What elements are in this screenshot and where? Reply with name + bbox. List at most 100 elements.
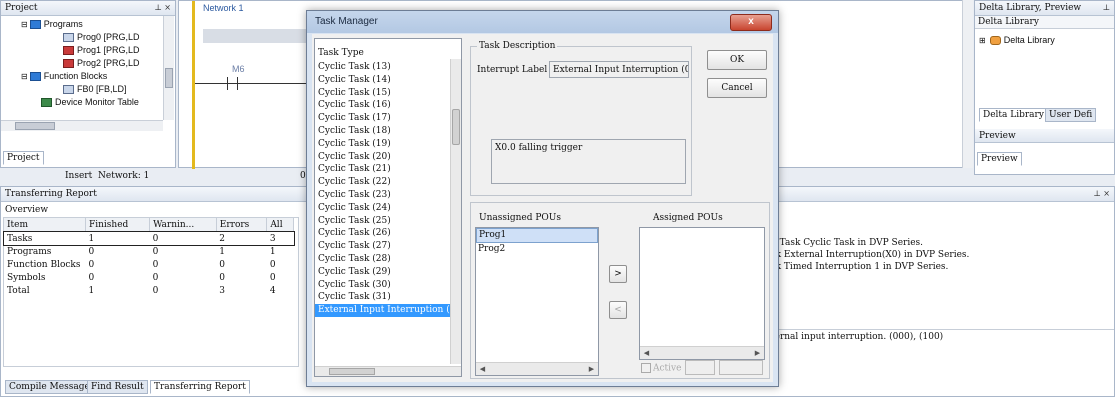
task-list-item[interactable]: Cyclic Task (31): [315, 291, 461, 304]
unassigned-pou-item[interactable]: Prog2: [476, 243, 598, 256]
unassign-button[interactable]: <: [609, 301, 627, 319]
collapse-icon[interactable]: ⊟: [21, 72, 28, 81]
task-list-item[interactable]: Cyclic Task (20): [315, 151, 461, 164]
task-list-item[interactable]: Cyclic Task (22): [315, 176, 461, 189]
column-header[interactable]: All: [266, 218, 294, 232]
assign-button[interactable]: >: [609, 265, 627, 283]
close-icon[interactable]: x: [730, 14, 772, 31]
message-line: n Task Cyclic Task in DVP Series.: [771, 238, 924, 248]
task-list-item[interactable]: Cyclic Task (30): [315, 279, 461, 292]
table-row[interactable]: Tasks 1 0 2 3: [3, 230, 295, 246]
editor-vscrollbar[interactable]: [962, 0, 973, 168]
column-header[interactable]: Item: [4, 218, 86, 232]
pou-assignment-group: Unassigned POUs Assigned POUs Prog1 Prog2…: [470, 202, 770, 379]
table-cell: 0: [152, 233, 159, 244]
tab-project[interactable]: Project: [3, 151, 44, 165]
task-items: Cyclic Task (13) Cyclic Task (14) Cyclic T…: [315, 61, 461, 317]
tree-hscrollbar[interactable]: [1, 120, 163, 131]
task-list-item[interactable]: Cyclic Task (27): [315, 240, 461, 253]
task-list-item[interactable]: Cyclic Task (15): [315, 87, 461, 100]
table-cell: Tasks: [7, 233, 33, 244]
tree-device-monitor[interactable]: Device Monitor Table: [41, 96, 139, 108]
program-error-icon: [63, 46, 74, 56]
description-textarea[interactable]: X0.0 falling trigger: [491, 139, 686, 184]
tab-transferring-report[interactable]: Transferring Report: [150, 380, 250, 394]
pin-icon[interactable]: ⊥: [1102, 1, 1110, 15]
scroll-right-icon[interactable]: ▶: [586, 364, 597, 374]
tab-user-defined[interactable]: User Defi: [1045, 108, 1097, 122]
task-list-hscrollbar[interactable]: [315, 366, 461, 376]
task-list-item[interactable]: Cyclic Task (24): [315, 202, 461, 215]
overview-table: Item Finished Warnin... Errors All Tasks 1 0 2 3…: [3, 218, 295, 297]
library-panel: Delta Library, Preview ⊥ Delta Library ⊞…: [974, 0, 1115, 175]
assigned-hscrollbar[interactable]: ◀ ▶: [640, 346, 764, 359]
scroll-thumb[interactable]: [165, 68, 173, 88]
tree-prog2[interactable]: Prog2 [PRG,LD: [63, 57, 140, 69]
unassigned-pou-item[interactable]: Prog1: [476, 228, 598, 243]
table-cell: 1: [88, 285, 95, 296]
table-cell: 0: [219, 259, 226, 270]
column-header[interactable]: Warnin...: [149, 218, 217, 232]
project-panel: Project ⊥ × ⊟ Programs Prog0 [PRG,LD Prog…: [0, 0, 176, 168]
pin-close-icon[interactable]: ⊥ ×: [154, 1, 171, 15]
tab-delta-library[interactable]: Delta Library: [979, 108, 1048, 122]
task-list-item[interactable]: Cyclic Task (18): [315, 125, 461, 138]
unassigned-hscrollbar[interactable]: ◀ ▶: [476, 362, 598, 375]
table-cell: 4: [269, 285, 276, 296]
task-list-item[interactable]: Cyclic Task (28): [315, 253, 461, 266]
active-checkbox[interactable]: Active: [641, 363, 681, 374]
collapse-icon[interactable]: ⊟: [21, 20, 28, 29]
scroll-left-icon[interactable]: ◀: [641, 348, 652, 358]
unassigned-items: Prog1 Prog2: [476, 228, 598, 256]
task-list-item[interactable]: Cyclic Task (17): [315, 112, 461, 125]
task-list-item[interactable]: Cyclic Task (23): [315, 189, 461, 202]
assigned-pous-list[interactable]: ◀ ▶: [639, 227, 765, 360]
tree-fb0[interactable]: FB0 [FB,LD]: [63, 83, 127, 95]
task-list-item[interactable]: Cyclic Task (21): [315, 163, 461, 176]
tree-function-blocks[interactable]: ⊟ Function Blocks: [21, 70, 107, 82]
column-header[interactable]: Finished: [85, 218, 151, 232]
scroll-right-icon[interactable]: ▶: [752, 348, 763, 358]
task-list-item[interactable]: External Input Interruption (00: [315, 304, 461, 317]
task-list-item[interactable]: Cyclic Task (14): [315, 74, 461, 87]
task-list-item[interactable]: Cyclic Task (16): [315, 99, 461, 112]
task-list-item[interactable]: Cyclic Task (25): [315, 215, 461, 228]
tab-preview[interactable]: Preview: [977, 152, 1022, 166]
cancel-button[interactable]: Cancel: [707, 78, 767, 98]
scroll-left-icon[interactable]: ◀: [477, 364, 488, 374]
active-field-2: [719, 360, 763, 375]
interrupt-value-field[interactable]: External Input Interruption (0: [549, 61, 689, 78]
tree-prog1[interactable]: Prog1 [PRG,LD: [63, 44, 140, 56]
scroll-thumb[interactable]: [452, 109, 460, 145]
table-cell: 0: [152, 285, 159, 296]
library-tree-item[interactable]: ⊞ Delta Library: [979, 34, 1055, 46]
scroll-thumb[interactable]: [15, 122, 55, 130]
table-cell: 1: [269, 246, 276, 257]
table-row[interactable]: Symbols 0 0 0 0: [4, 271, 294, 284]
table-row[interactable]: Programs 0 0 1 1: [4, 245, 294, 258]
task-list-item[interactable]: Cyclic Task (29): [315, 266, 461, 279]
scroll-thumb[interactable]: [329, 368, 375, 375]
tree-prog0[interactable]: Prog0 [PRG,LD: [63, 31, 140, 43]
table-row[interactable]: Function Blocks 0 0 0 0: [4, 258, 294, 271]
project-panel-header: Project ⊥ ×: [1, 1, 175, 16]
unassigned-pous-list[interactable]: Prog1 Prog2 ◀ ▶: [475, 227, 599, 376]
tab-compile-message[interactable]: Compile Message: [5, 380, 94, 394]
column-header[interactable]: Errors: [216, 218, 268, 232]
task-list-item[interactable]: Cyclic Task (26): [315, 227, 461, 240]
checkbox-box[interactable]: [641, 363, 651, 373]
task-list-item[interactable]: Cyclic Task (13): [315, 61, 461, 74]
expand-icon[interactable]: ⊞: [979, 36, 986, 45]
tree-vscrollbar[interactable]: [163, 16, 174, 120]
pin-close-icon[interactable]: ⊥ ×: [1093, 187, 1110, 201]
tree-programs[interactable]: ⊟ Programs: [21, 18, 83, 30]
transfer-report-title: Transferring Report: [5, 189, 97, 199]
table-row[interactable]: Total 1 0 3 4: [4, 284, 294, 297]
table-cell: 0: [88, 272, 95, 283]
task-type-header: Task Type: [318, 48, 364, 58]
task-type-list[interactable]: Task Type Cyclic Task (13) Cyclic Task (1…: [314, 38, 462, 377]
task-list-vscrollbar[interactable]: [450, 59, 461, 364]
ok-button[interactable]: OK: [707, 50, 767, 70]
task-list-item[interactable]: Cyclic Task (19): [315, 138, 461, 151]
tab-find-result[interactable]: Find Result: [87, 380, 148, 394]
